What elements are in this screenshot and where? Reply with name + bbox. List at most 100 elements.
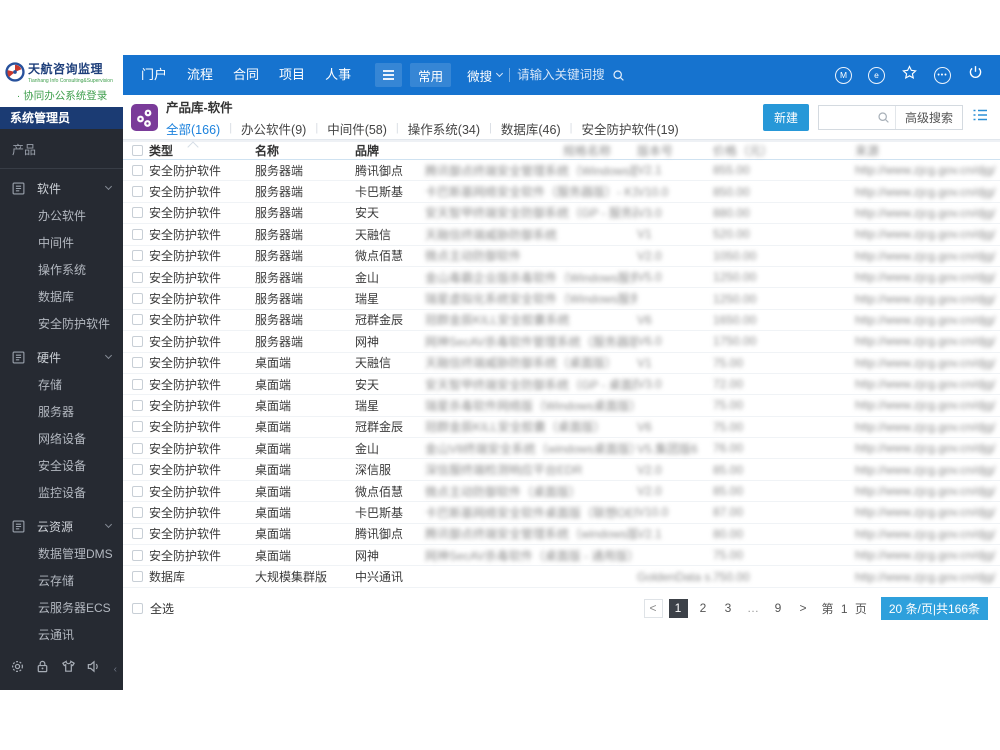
table-row[interactable]: 安全防护软件 桌面端 微点佰慧 微点主动防御软件（桌面版） V2.0 85.00… [123,481,1000,503]
col-header-name[interactable]: 名称 [255,142,355,159]
select-all-checkbox[interactable] [132,145,143,156]
sidebar-item-0-3[interactable]: 数据库 [0,284,123,311]
search-scope-dropdown[interactable]: 微搜 [467,66,504,85]
row-checkbox[interactable] [132,485,143,497]
row-checkbox[interactable] [132,571,143,583]
row-checkbox[interactable] [132,442,143,454]
table-row[interactable]: 安全防护软件 桌面端 天融信 天融信终端威胁防御系统（桌面版） V1 75.00… [123,353,1000,374]
sidebar-item-2-3[interactable]: 云通讯 [0,622,123,649]
tab-4[interactable]: 数据库(46) [501,119,561,138]
select-all-control[interactable]: 全选 [132,600,174,617]
sidebar-section-product[interactable]: 产品 [0,129,123,168]
table-row[interactable]: 安全防护软件 服务器端 安天 安天智甲终端安全防御系统（GP - 服务器版） V… [123,203,1000,225]
oa-login-link[interactable]: · 协同办公系统登录 [5,88,119,103]
nav-item-0[interactable]: 门户 [131,55,177,95]
sidebar-item-1-1[interactable]: 服务器 [0,399,123,426]
menu-hamburger-button[interactable] [375,63,403,87]
table-row[interactable]: 安全防护软件 桌面端 金山 金山V8终端安全系统（windows桌面版） V5.… [123,438,1000,460]
table-row[interactable]: 安全防护软件 桌面端 冠群金辰 冠群金辰KILL安全胶囊（桌面版） V6 75.… [123,417,1000,439]
row-checkbox[interactable] [132,357,143,369]
sidebar-group-2[interactable]: 云资源 [0,511,123,541]
row-checkbox[interactable] [132,164,143,176]
page-button-1[interactable]: 1 [668,598,688,618]
list-view-icon[interactable] [972,107,988,128]
nav-item-4[interactable]: 人事 [315,55,361,95]
col-header-version[interactable]: 版本号 [637,142,713,159]
table-row[interactable]: 安全防护软件 服务器端 天融信 天融信终端威胁防御系统 V1 520.00 ht… [123,224,1000,246]
row-checkbox[interactable] [132,506,143,518]
sidebar-item-1-3[interactable]: 安全设备 [0,453,123,480]
lock-icon[interactable] [35,659,50,679]
favorite-star-icon[interactable] [901,64,918,86]
col-header-price[interactable]: 价格（元） [713,142,855,159]
col-header-source[interactable]: 来源 [855,142,1000,159]
sidebar-group-1[interactable]: 硬件 [0,342,123,372]
table-row[interactable]: 安全防护软件 桌面端 瑞星 瑞星杀毒软件网络版（Windows桌面版） 75.0… [123,395,1000,417]
row-checkbox[interactable] [132,528,143,540]
settings-gear-icon[interactable] [10,659,25,679]
row-checkbox[interactable] [132,464,143,476]
next-page-button[interactable]: > [794,599,813,618]
new-button[interactable]: 新建 [762,103,809,131]
sidebar-item-2-1[interactable]: 云存储 [0,568,123,595]
table-row[interactable]: 安全防护软件 桌面端 腾讯御点 腾讯御点终端安全管理系统（windows版）- … [123,524,1000,546]
row-checkbox[interactable] [132,293,143,305]
table-row[interactable]: 数据库 大规模集群版 中兴通讯 GoldenData s… 750.00 htt… [123,566,1000,588]
row-checkbox[interactable] [132,250,143,262]
m-app-icon[interactable]: M [835,66,852,84]
table-search-input[interactable] [818,105,877,129]
table-row[interactable]: 安全防护软件 桌面端 网神 网神SecAV杀毒软件（桌面版 - 通用版） 75.… [123,545,1000,567]
row-checkbox[interactable] [132,314,143,326]
tab-2[interactable]: 中间件(58) [327,119,387,138]
sidebar-item-0-0[interactable]: 办公软件 [0,203,123,230]
tab-0[interactable]: 全部(166) [166,119,220,138]
col-header-spec[interactable]: 规格名称 [425,142,637,159]
nav-item-3[interactable]: 项目 [269,55,315,95]
row-checkbox[interactable] [132,207,143,219]
row-checkbox[interactable] [132,335,143,347]
table-row[interactable]: 安全防护软件 桌面端 安天 安天智甲终端安全防御系统（GP - 桌面版） V3.… [123,374,1000,396]
sidebar-item-1-2[interactable]: 网络设备 [0,426,123,453]
row-checkbox[interactable] [132,378,143,390]
table-row[interactable]: 安全防护软件 服务器端 瑞星 瑞星虚拟化系统安全软件（Windows服务器版） … [123,288,1000,310]
favorites-menu-button[interactable]: 常用 [410,63,452,87]
table-row[interactable]: 安全防护软件 服务器端 网神 网神SecAV杀毒软件管理系统（服务器版） V6.… [123,331,1000,353]
nav-item-2[interactable]: 合同 [223,55,269,95]
table-row[interactable]: 安全防护软件 服务器端 卡巴斯基 卡巴斯基网络安全软件（服务器版）- K10… … [123,181,1000,203]
table-row[interactable]: 安全防护软件 服务器端 微点佰慧 微点主动防御软件 V2.0 1050.00 h… [123,246,1000,267]
tab-1[interactable]: 办公软件(9) [241,119,306,138]
advanced-search-button[interactable]: 高级搜索 [894,105,962,129]
sidebar-item-1-0[interactable]: 存储 [0,372,123,399]
sidebar-collapse-icon[interactable]: ‹ [112,664,119,675]
sidebar-group-0[interactable]: 软件 [0,173,123,203]
table-row[interactable]: 安全防护软件 桌面端 卡巴斯基 卡巴斯基网络安全软件桌面版（联想OEM版）- K… [123,502,1000,524]
search-icon[interactable] [877,111,890,124]
sidebar-item-0-1[interactable]: 中间件 [0,230,123,257]
nav-item-1[interactable]: 流程 [177,55,223,95]
power-logout-icon[interactable] [967,64,984,86]
page-button-3[interactable]: 3 [719,599,738,618]
feedback-icon[interactable]: e [868,66,885,84]
keyword-search-input[interactable] [517,68,606,82]
select-all-checkbox[interactable] [132,602,143,614]
tab-5[interactable]: 安全防护软件(19) [581,119,678,138]
search-icon[interactable] [612,69,625,82]
row-checkbox[interactable] [132,271,143,283]
table-row[interactable]: 安全防护软件 桌面端 深信服 深信服终端检测响应平台EDR V2.0 85.00… [123,459,1000,481]
theme-shirt-icon[interactable] [61,659,76,679]
sound-speaker-icon[interactable] [86,659,101,679]
row-checkbox[interactable] [132,399,143,411]
sidebar-item-2-0[interactable]: 数据管理DMS [0,541,123,568]
sidebar-item-2-2[interactable]: 云服务器ECS [0,595,123,622]
page-button-9[interactable]: 9 [769,599,788,618]
page-button-2[interactable]: 2 [694,599,713,618]
row-checkbox[interactable] [132,421,143,433]
row-checkbox[interactable] [132,228,143,240]
table-row[interactable]: 安全防护软件 服务器端 腾讯御点 腾讯御点终端安全管理系统（Windows版） … [123,160,1000,182]
col-header-brand[interactable]: 品牌 [355,142,425,159]
row-checkbox[interactable] [132,549,143,561]
more-options-icon[interactable]: ••• [934,66,951,84]
row-checkbox[interactable] [132,186,143,198]
prev-page-button[interactable]: < [643,598,663,618]
page-size-badge[interactable]: 20 条/页|共166条 [880,596,988,620]
